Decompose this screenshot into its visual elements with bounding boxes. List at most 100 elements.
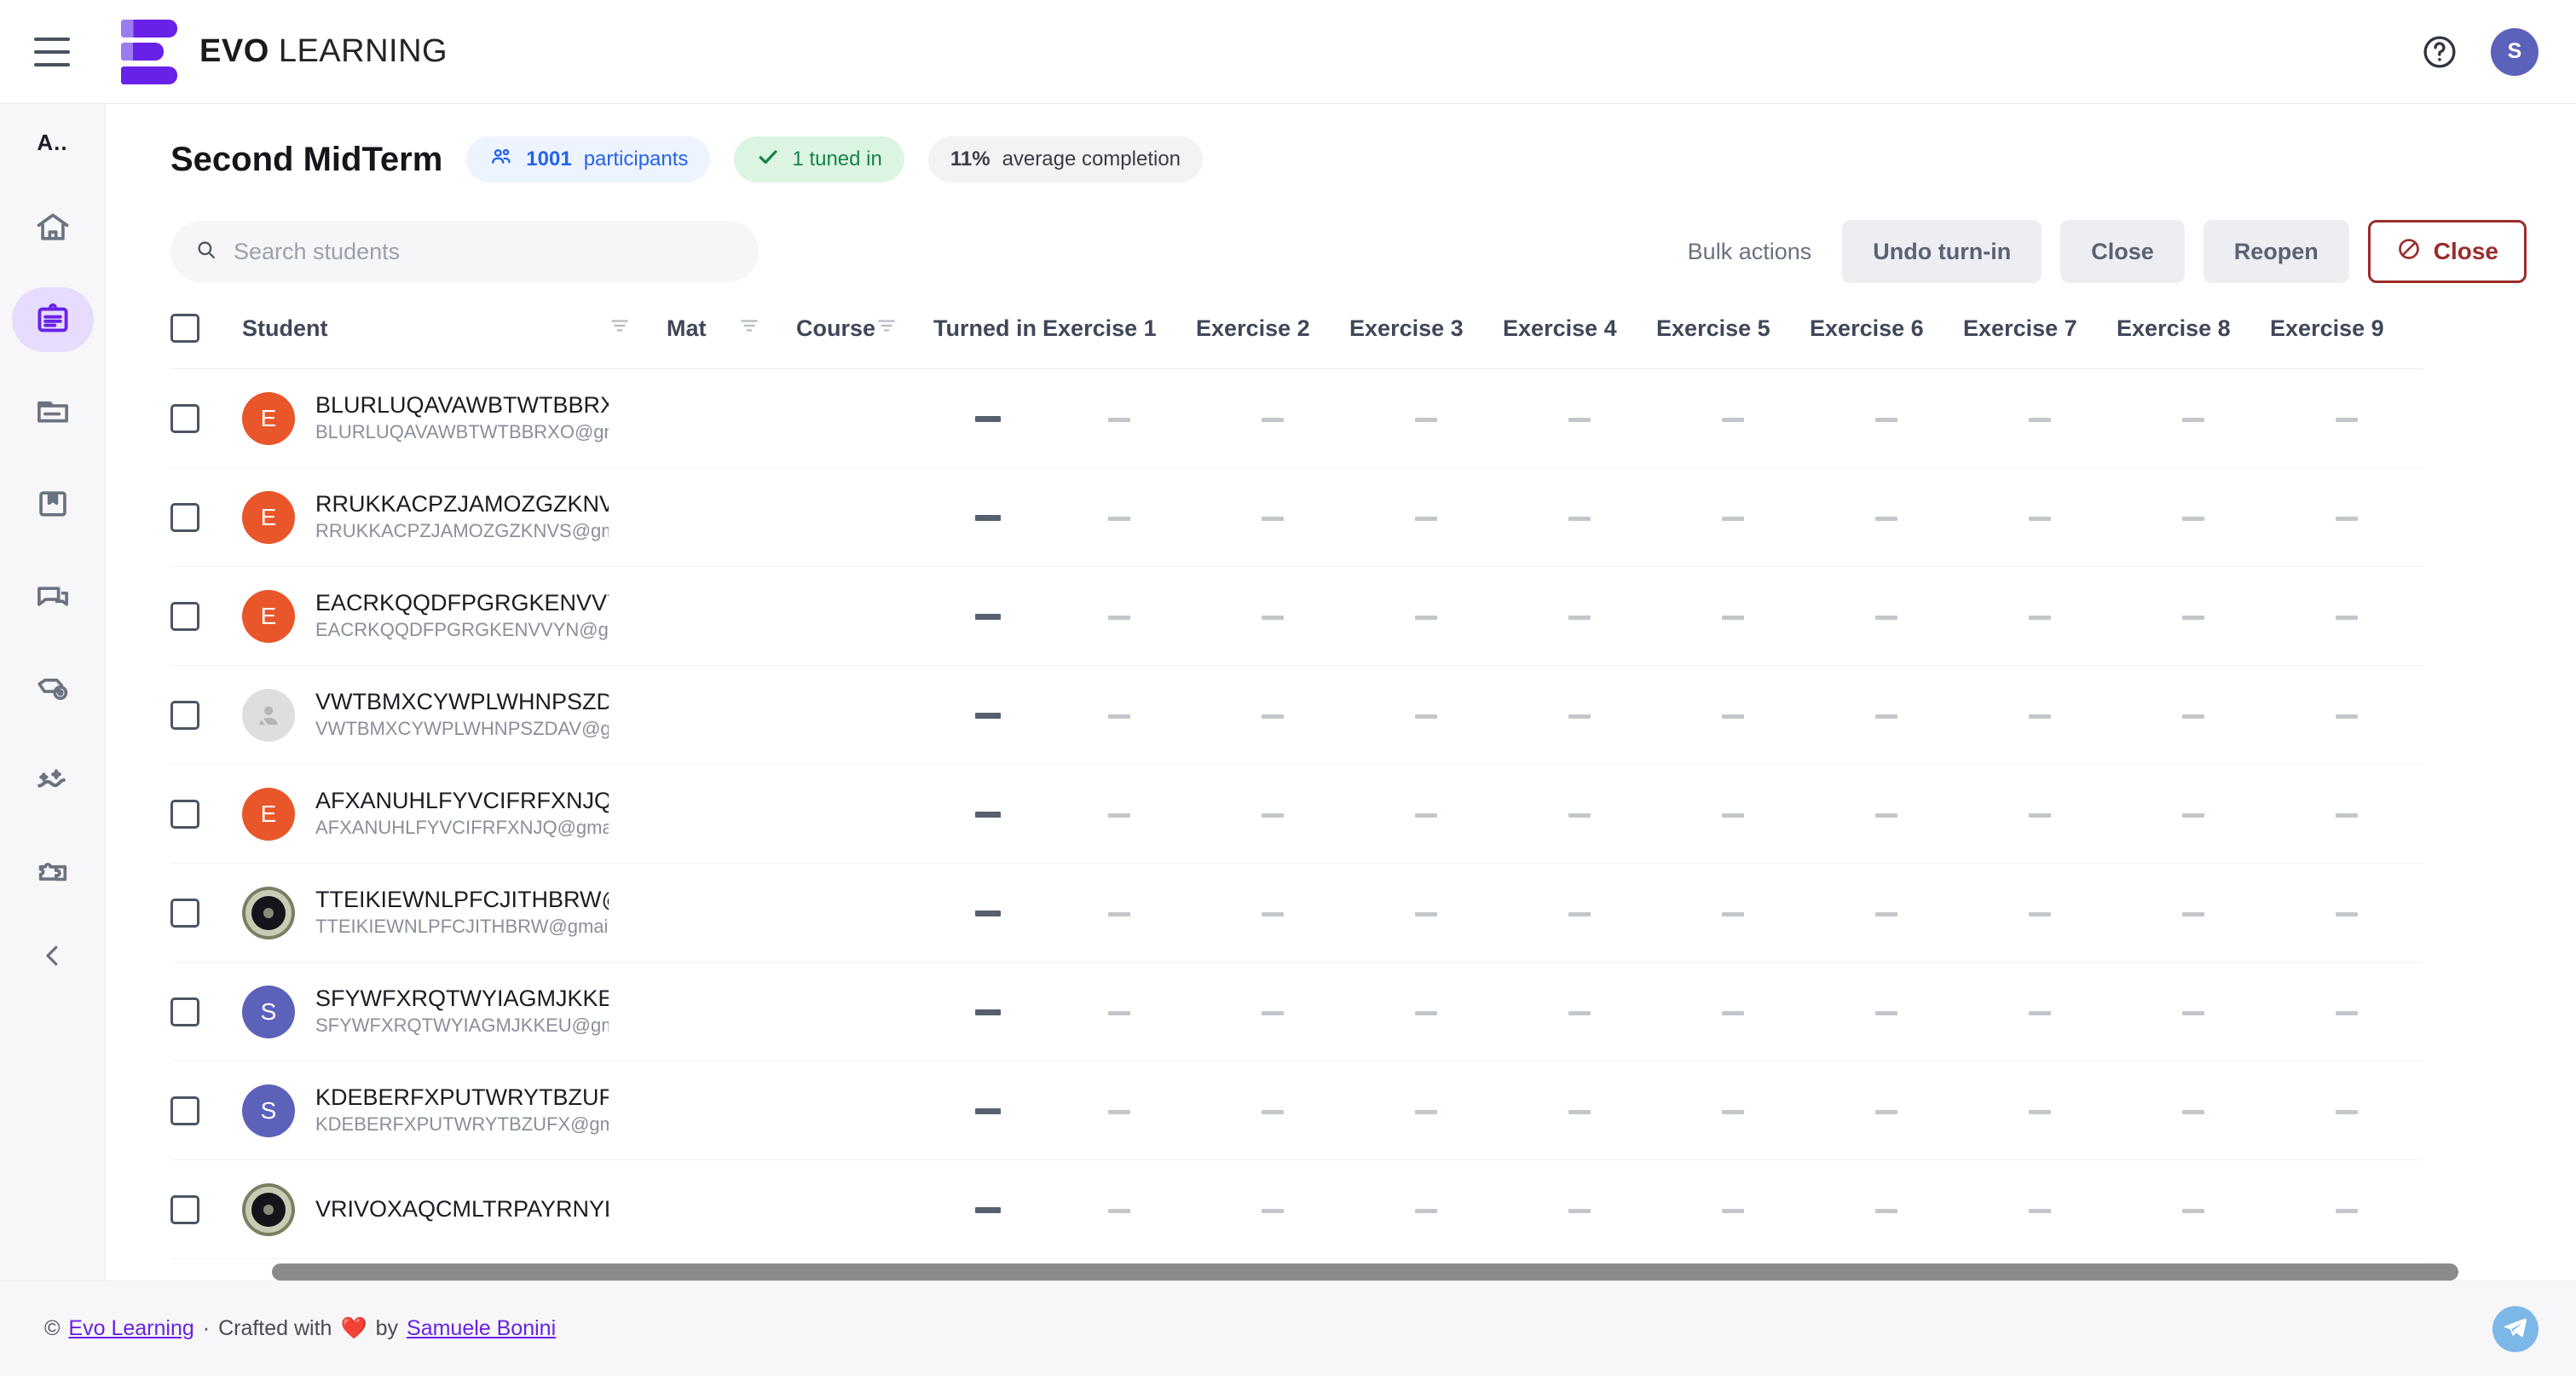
student-cell[interactable]: EEACRKQQDFPGRGKENVVYN@grEACRKQQDFPGRGKEN… [242, 567, 609, 666]
exercise-9-cell[interactable] [2270, 567, 2423, 666]
exercise-5-cell[interactable] [1656, 765, 1810, 864]
exercise-9-cell[interactable] [2270, 963, 2423, 1061]
exercise-1-cell[interactable] [1043, 1061, 1196, 1160]
exercise-1-cell[interactable] [1043, 666, 1196, 765]
exercise-5-cell[interactable] [1656, 1061, 1810, 1160]
exercise-5-cell[interactable] [1656, 567, 1810, 666]
exercise-8-header[interactable]: Exercise 8 [2117, 314, 2270, 369]
exercise-9-cell[interactable] [2270, 1061, 2423, 1160]
bulk-close-button[interactable]: Close [2060, 220, 2185, 283]
exercise-5-cell[interactable] [1656, 666, 1810, 765]
exercise-9-cell[interactable] [2270, 864, 2423, 963]
table-row[interactable]: S KDEBERFXPUTWRYTBZUFX@gmKDEBERFXPUTWRYTB… [170, 1061, 2424, 1160]
horizontal-scrollbar[interactable] [272, 1263, 2458, 1281]
exercise-9-header[interactable]: Exercise 9 [2270, 314, 2423, 369]
exercise-9-cell[interactable] [2270, 468, 2423, 567]
bulk-reopen-button[interactable]: Reopen [2203, 220, 2349, 283]
exercise-6-cell[interactable] [1810, 369, 1963, 468]
exercise-3-cell[interactable] [1349, 369, 1503, 468]
exercise-2-cell[interactable] [1196, 369, 1349, 468]
exercise-6-cell[interactable] [1810, 963, 1963, 1061]
exercise-3-cell[interactable] [1349, 567, 1503, 666]
row-checkbox[interactable] [170, 997, 199, 1026]
course-column-header[interactable]: Course [796, 314, 875, 369]
turned-in-cell[interactable] [933, 666, 1043, 765]
row-checkbox[interactable] [170, 1194, 199, 1224]
exercise-1-cell[interactable] [1043, 369, 1196, 468]
exercise-6-cell[interactable] [1810, 1061, 1963, 1160]
mat-filter-header[interactable] [738, 314, 796, 369]
exercise-3-header[interactable]: Exercise 3 [1349, 314, 1503, 369]
exercise-2-cell[interactable] [1196, 963, 1349, 1061]
exercise-4-cell[interactable] [1503, 666, 1656, 765]
turned-in-column-header[interactable]: Turned in [933, 314, 1043, 369]
exercise-7-cell[interactable] [1963, 666, 2117, 765]
user-avatar[interactable]: S [2491, 27, 2538, 76]
turned-in-cell[interactable] [933, 567, 1043, 666]
help-circle-icon[interactable] [2421, 33, 2458, 71]
row-checkbox[interactable] [170, 403, 199, 433]
student-cell[interactable]: SSFYWFXRQTWYIAGMJKKEU@gmSFYWFXRQTWYIAGMJ… [242, 963, 609, 1061]
sidebar-item-integrations[interactable] [12, 840, 94, 905]
mat-column-header[interactable]: Mat [667, 314, 738, 369]
exercise-4-cell[interactable] [1503, 765, 1656, 864]
exercise-9-cell[interactable] [2270, 1160, 2423, 1259]
exercise-2-cell[interactable] [1196, 1061, 1349, 1160]
exercise-7-cell[interactable] [1963, 468, 2117, 567]
exercise-4-cell[interactable] [1503, 1160, 1656, 1259]
exercise-6-header[interactable]: Exercise 6 [1810, 314, 1963, 369]
exercise-1-cell[interactable] [1043, 567, 1196, 666]
exercise-4-cell[interactable] [1503, 369, 1656, 468]
exercise-1-cell[interactable] [1043, 765, 1196, 864]
exercise-2-cell[interactable] [1196, 864, 1349, 963]
close-assignment-button[interactable]: Close [2367, 220, 2527, 283]
exercise-2-header[interactable]: Exercise 2 [1196, 314, 1349, 369]
table-row[interactable]: ERRUKKACPZJAMOZGZKNVS@gnRRUKKACPZJAMOZGZ… [170, 468, 2424, 567]
exercise-6-cell[interactable] [1810, 765, 1963, 864]
evo-learning-link[interactable]: Evo Learning [68, 1316, 193, 1341]
table-row[interactable]: SSFYWFXRQTWYIAGMJKKEU@gmSFYWFXRQTWYIAGMJ… [170, 963, 2424, 1061]
exercise-1-cell[interactable] [1043, 468, 1196, 567]
exercise-6-cell[interactable] [1810, 468, 1963, 567]
exercise-5-cell[interactable] [1656, 468, 1810, 567]
turned-in-cell[interactable] [933, 963, 1043, 1061]
student-cell[interactable]: TTEIKIEWNLPFCJITHBRW@gma TTEIKIEWNLPFCJIT… [242, 864, 609, 963]
exercise-8-cell[interactable] [2117, 765, 2270, 864]
exercise-6-cell[interactable] [1810, 666, 1963, 765]
turned-in-cell[interactable] [933, 369, 1043, 468]
exercise-1-cell[interactable] [1043, 1160, 1196, 1259]
student-cell[interactable]: VWTBMXCYWPLWHNPSZDAV@g VWTBMXCYWPLWHNPSZD… [242, 666, 609, 765]
table-row[interactable]: EAFXANUHLFYVCIFRFXNJQ@gmaAFXANUHLFYVCIFR… [170, 765, 2424, 864]
sidebar-item-tags[interactable] [12, 656, 94, 720]
exercise-4-cell[interactable] [1503, 864, 1656, 963]
student-cell[interactable]: E BLURLUQAVAWBTWTBBRXO@gBLURLUQAVAWBTWTBB… [242, 369, 609, 468]
exercise-2-cell[interactable] [1196, 666, 1349, 765]
exercise-8-cell[interactable] [2117, 468, 2270, 567]
exercise-5-cell[interactable] [1656, 963, 1810, 1061]
exercise-2-cell[interactable] [1196, 468, 1349, 567]
student-cell[interactable]: EAFXANUHLFYVCIFRFXNJQ@gmaAFXANUHLFYVCIFR… [242, 765, 609, 864]
turned-in-cell[interactable] [933, 765, 1043, 864]
course-filter-header[interactable] [875, 314, 933, 369]
filter-icon[interactable] [609, 316, 631, 342]
exercise-1-cell[interactable] [1043, 864, 1196, 963]
exercise-6-cell[interactable] [1810, 567, 1963, 666]
filter-icon[interactable] [738, 316, 760, 342]
exercise-4-cell[interactable] [1503, 963, 1656, 1061]
exercise-9-cell[interactable] [2270, 666, 2423, 765]
student-column-header[interactable]: Student [242, 314, 609, 369]
row-checkbox[interactable] [170, 700, 199, 730]
search-students-box[interactable] [170, 221, 759, 282]
student-cell[interactable]: VRIVOXAQCMLTRPAYRNYL@gm [242, 1160, 609, 1259]
exercise-3-cell[interactable] [1349, 1061, 1503, 1160]
sidebar-item-messages[interactable] [12, 564, 94, 628]
table-row[interactable]: TTEIKIEWNLPFCJITHBRW@gma TTEIKIEWNLPFCJIT… [170, 864, 2424, 963]
exercise-1-header[interactable]: Exercise 1 [1043, 314, 1196, 369]
student-filter-header[interactable] [609, 314, 667, 369]
exercise-7-cell[interactable] [1963, 567, 2117, 666]
exercise-4-cell[interactable] [1503, 468, 1656, 567]
row-checkbox[interactable] [170, 601, 199, 631]
exercise-5-header[interactable]: Exercise 5 [1656, 314, 1810, 369]
exercise-8-cell[interactable] [2117, 1160, 2270, 1259]
filter-icon[interactable] [875, 316, 898, 342]
